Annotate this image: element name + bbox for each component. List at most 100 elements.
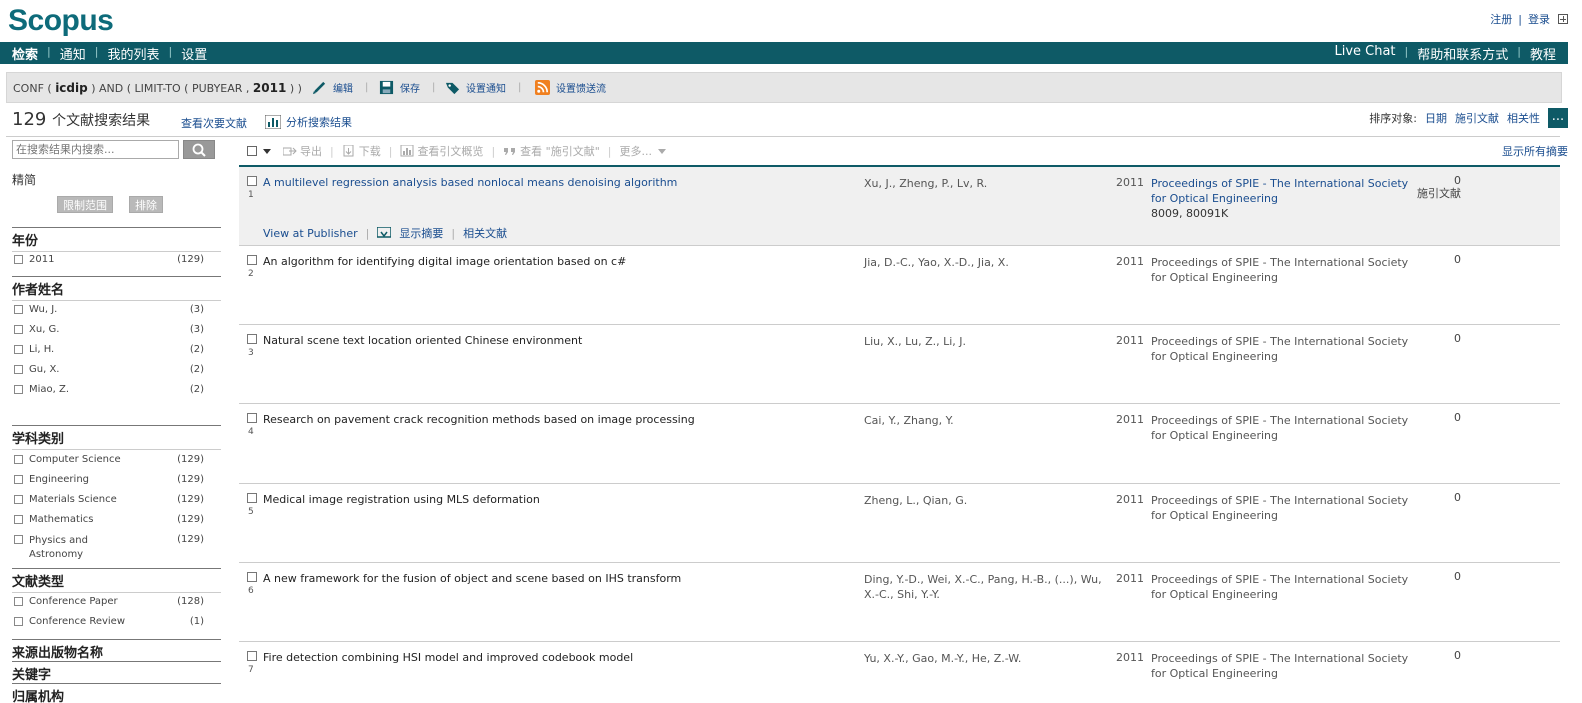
result-authors[interactable]: Jia, D.-C., Yao, X.-D., Jia, X. <box>864 255 1104 270</box>
register-link[interactable]: 注册 <box>1490 11 1512 27</box>
view-at-publisher-link[interactable]: View at Publisher <box>263 227 358 240</box>
set-feed-button[interactable]: 设置馈送流 <box>535 80 606 95</box>
result-title-link[interactable]: A new framework for the fusion of object… <box>263 572 843 585</box>
chevron-down-icon[interactable] <box>263 148 271 154</box>
checkbox[interactable] <box>14 515 23 524</box>
checkbox[interactable] <box>14 617 23 626</box>
search-within-input[interactable] <box>12 140 179 159</box>
search-within-button[interactable] <box>183 140 215 159</box>
result-title-link[interactable]: An algorithm for identifying digital ima… <box>263 255 843 268</box>
result-source-link[interactable]: Proceedings of SPIE - The International … <box>1151 651 1413 681</box>
result-source-link[interactable]: Proceedings of SPIE - The International … <box>1151 255 1413 285</box>
more-options-button[interactable]: ... <box>1548 108 1568 128</box>
checkbox[interactable] <box>14 597 23 606</box>
view-secondary-link[interactable]: 查看次要文献 <box>181 115 247 131</box>
result-authors[interactable]: Yu, X.-Y., Gao, M.-Y., He, Z.-W. <box>864 651 1104 666</box>
result-checkbox[interactable] <box>247 255 257 265</box>
view-cited-button[interactable]: 查看 "施引文献" <box>503 143 600 159</box>
nav-live-chat[interactable]: Live Chat <box>1334 44 1395 63</box>
result-row: 3 Natural scene text location oriented C… <box>239 325 1560 404</box>
result-authors[interactable]: Liu, X., Lu, Z., Li, J. <box>864 334 1104 349</box>
result-year: 2011 <box>1116 413 1144 426</box>
result-source-link[interactable]: Proceedings of SPIE - The International … <box>1151 177 1408 205</box>
show-abstract-link[interactable]: 显示摘要 <box>399 225 443 241</box>
nav-settings[interactable]: 设置 <box>181 44 207 63</box>
nav-tutorial[interactable]: 教程 <box>1530 44 1556 63</box>
divider: | <box>1517 45 1521 58</box>
checkbox[interactable] <box>14 255 23 264</box>
sort-cited[interactable]: 施引文献 <box>1455 110 1499 126</box>
result-source-link[interactable]: Proceedings of SPIE - The International … <box>1151 493 1413 523</box>
nav-help[interactable]: 帮助和联系方式 <box>1417 44 1508 63</box>
facet-source-title[interactable]: 来源出版物名称 <box>12 639 221 661</box>
exclude-button[interactable]: 排除 <box>129 196 163 213</box>
checkbox[interactable] <box>14 495 23 504</box>
facet-item[interactable]: Materials Science (129) <box>14 494 204 505</box>
edit-search-button[interactable]: 编辑 | <box>312 80 368 95</box>
result-title-link[interactable]: Fire detection combining HSI model and i… <box>263 651 843 664</box>
result-checkbox[interactable] <box>247 413 257 423</box>
result-title-link[interactable]: A multilevel regression analysis based n… <box>263 176 843 189</box>
facet-item[interactable]: Engineering (129) <box>14 474 204 485</box>
divider: | <box>1518 12 1522 26</box>
checkbox[interactable] <box>14 385 23 394</box>
facet-item[interactable]: Physics and Astronomy (129) <box>14 534 204 562</box>
result-source-link[interactable]: Proceedings of SPIE - The International … <box>1151 572 1413 602</box>
result-authors[interactable]: Xu, J., Zheng, P., Lv, R. <box>864 176 1104 191</box>
result-checkbox[interactable] <box>247 651 257 661</box>
result-title-link[interactable]: Research on pavement crack recognition m… <box>263 413 843 426</box>
download-button[interactable]: 下载 <box>342 143 381 159</box>
related-documents-link[interactable]: 相关文献 <box>463 225 507 241</box>
sort-date[interactable]: 日期 <box>1425 110 1447 126</box>
facet-item[interactable]: Computer Science (129) <box>14 454 204 465</box>
result-authors[interactable]: Cai, Y., Zhang, Y. <box>864 413 1104 428</box>
result-title-link[interactable]: Medical image registration using MLS def… <box>263 493 843 506</box>
facet-keyword-title[interactable]: 关键字 <box>12 661 221 683</box>
show-all-abstracts-link[interactable]: 显示所有摘要 <box>1502 143 1568 159</box>
result-checkbox[interactable] <box>247 334 257 344</box>
result-source-link[interactable]: Proceedings of SPIE - The International … <box>1151 334 1413 364</box>
more-button[interactable]: 更多... <box>620 143 666 159</box>
result-checkbox[interactable] <box>247 572 257 582</box>
scopus-logo[interactable]: Scopus <box>8 4 114 38</box>
facet-item[interactable]: Wu, J. (3) <box>14 304 204 315</box>
export-button[interactable]: 导出 <box>283 143 322 159</box>
citation-overview-button[interactable]: 查看引文概览 <box>400 143 483 159</box>
nav-my-list[interactable]: 我的列表 <box>107 44 159 63</box>
result-title-link[interactable]: Natural scene text location oriented Chi… <box>263 334 843 347</box>
facet-item[interactable]: 2011 (129) <box>14 254 204 265</box>
checkbox[interactable] <box>14 325 23 334</box>
checkbox[interactable] <box>14 345 23 354</box>
facet-affiliation-title[interactable]: 归属机构 <box>12 683 221 703</box>
sort-relevance[interactable]: 相关性 <box>1507 110 1540 126</box>
facet-item[interactable]: Conference Paper (128) <box>14 596 204 607</box>
result-checkbox[interactable] <box>247 176 257 186</box>
result-source-link[interactable]: Proceedings of SPIE - The International … <box>1151 413 1413 443</box>
facet-item[interactable]: Mathematics (129) <box>14 514 204 525</box>
facet-item[interactable]: Miao, Z. (2) <box>14 384 204 395</box>
result-cited: 0 施引文献 <box>1399 174 1461 200</box>
facet-item[interactable]: Conference Review (1) <box>14 616 204 627</box>
set-alert-button[interactable]: 设置通知 | <box>445 80 521 95</box>
analyze-results-button[interactable]: 分析搜索结果 <box>265 114 352 130</box>
result-authors[interactable]: Ding, Y.-D., Wei, X.-C., Pang, H.-B., (.… <box>864 572 1104 602</box>
result-volume: 8009, 80091K <box>1151 207 1229 220</box>
limit-to-button[interactable]: 限制范围 <box>57 196 113 213</box>
checkbox[interactable] <box>14 455 23 464</box>
expand-icon[interactable] <box>1558 14 1568 24</box>
result-checkbox[interactable] <box>247 493 257 503</box>
facet-item[interactable]: Gu, X. (2) <box>14 364 204 375</box>
checkbox[interactable] <box>14 475 23 484</box>
result-authors[interactable]: Zheng, L., Qian, G. <box>864 493 1104 508</box>
checkbox[interactable] <box>14 535 23 544</box>
nav-search[interactable]: 检索 <box>12 44 38 63</box>
nav-alerts[interactable]: 通知 <box>60 44 86 63</box>
facet-item[interactable]: Xu, G. (3) <box>14 324 204 335</box>
save-search-button[interactable]: 保存 | <box>379 80 435 95</box>
facet-label: Gu, X. <box>29 364 60 375</box>
select-all-checkbox[interactable] <box>247 146 257 156</box>
facet-item[interactable]: Li, H. (2) <box>14 344 204 355</box>
login-link[interactable]: 登录 <box>1528 11 1550 27</box>
checkbox[interactable] <box>14 365 23 374</box>
checkbox[interactable] <box>14 305 23 314</box>
